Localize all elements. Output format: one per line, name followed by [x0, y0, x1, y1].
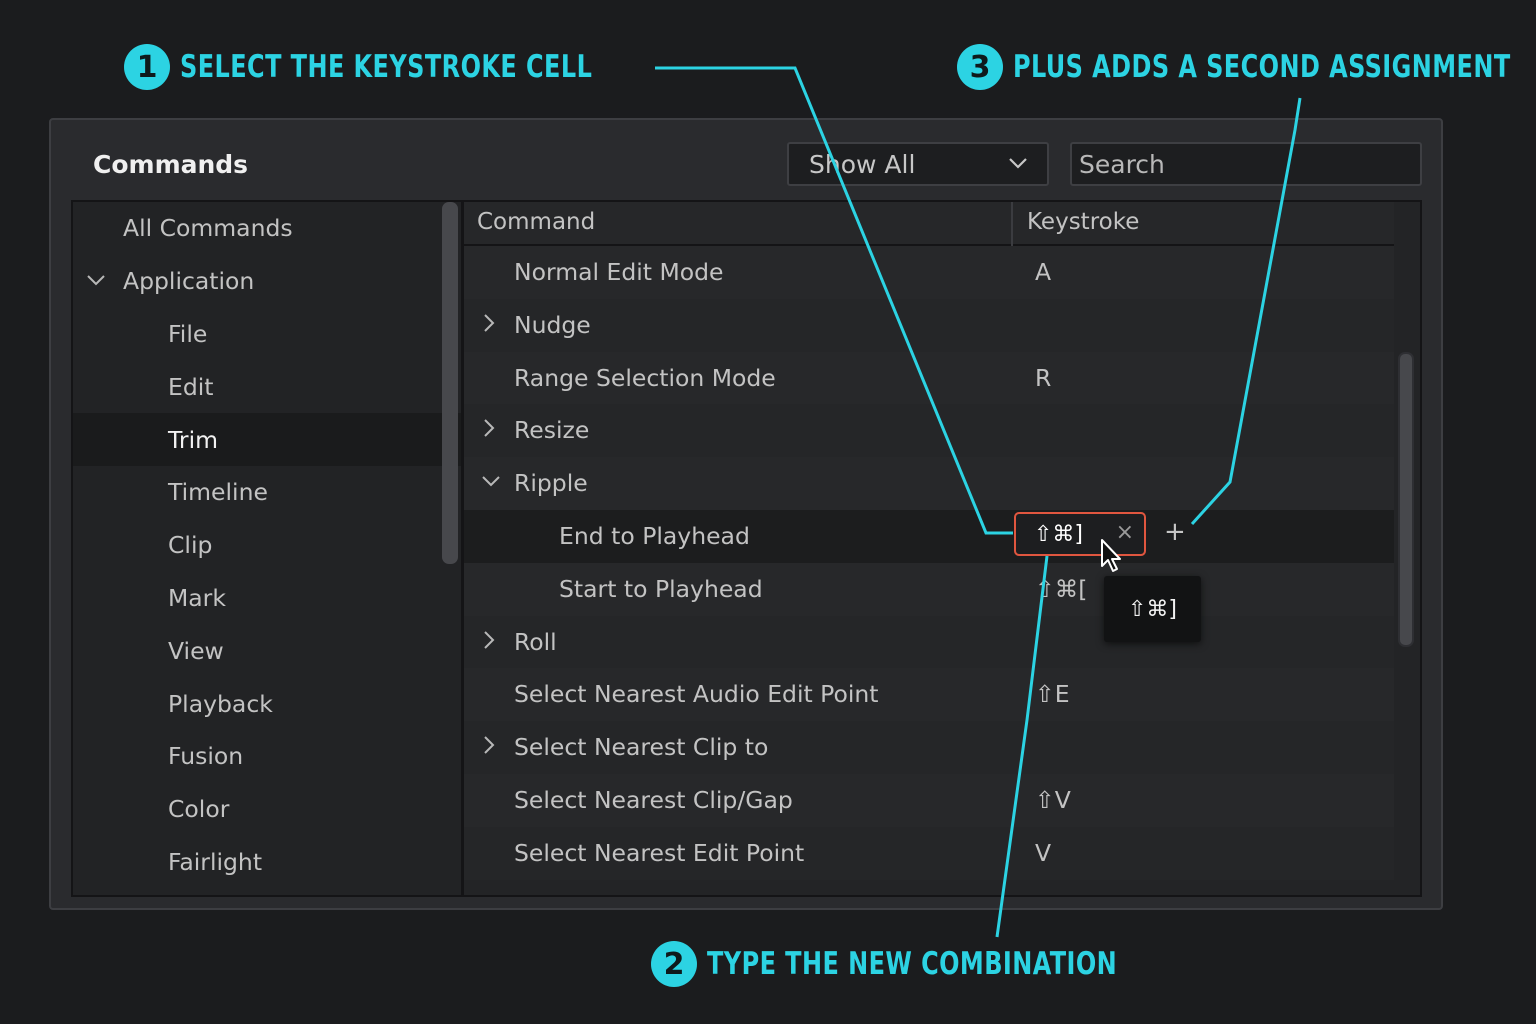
command-name: Ripple: [514, 469, 588, 498]
chevron-down-icon: [1007, 152, 1029, 180]
filter-dropdown-value: Show All: [809, 149, 916, 179]
keystroke-edit-value: ⇧⌘]: [1034, 521, 1084, 547]
sidebar-item-label: Fairlight: [168, 847, 263, 876]
sidebar-scrollbar[interactable]: [442, 202, 458, 564]
sidebar-item-timeline[interactable]: Timeline: [73, 466, 463, 519]
callout-number-1: 1: [124, 44, 170, 90]
sidebar-item-label: Color: [168, 795, 230, 824]
chevron-down-icon[interactable]: [480, 470, 502, 497]
keystroke-cell[interactable]: A: [1035, 258, 1051, 286]
commands-panel: Commands Show All All Commands Applicati…: [49, 118, 1443, 910]
column-divider[interactable]: [1011, 202, 1013, 246]
chevron-down-icon[interactable]: [85, 269, 107, 296]
callout-text-2: TYPE THE NEW COMBINATION: [707, 946, 1118, 982]
command-name: Roll: [514, 627, 557, 656]
table-row[interactable]: Select Nearest Edit Point V: [464, 826, 1394, 880]
command-name: Select Nearest Audio Edit Point: [514, 680, 879, 709]
table-header: Command Keystroke: [464, 202, 1394, 246]
callout-step-2: 2 TYPE THE NEW COMBINATION: [651, 941, 1184, 987]
sidebar-item-label: All Commands: [123, 214, 293, 243]
sidebar-item-application[interactable]: Application: [73, 255, 463, 308]
sidebar-item-clip[interactable]: Clip: [73, 519, 463, 572]
command-name: Select Nearest Clip/Gap: [514, 785, 793, 814]
table-scrollbar[interactable]: [1398, 352, 1414, 647]
sidebar-item-mark[interactable]: Mark: [73, 572, 463, 625]
table-row[interactable]: Resize: [464, 404, 1394, 458]
command-table: Command Keystroke Normal Edit Mode A Nud…: [464, 200, 1422, 897]
callout-number-3: 3: [957, 44, 1003, 90]
callout-text-3: PLUS ADDS A SECOND ASSIGNMENT: [1013, 49, 1511, 85]
sidebar-item-file[interactable]: File: [73, 308, 463, 361]
table-body: Normal Edit Mode A Nudge Range Selection…: [464, 246, 1420, 880]
category-sidebar: All Commands Application File Edit Trim …: [71, 200, 463, 897]
sidebar-item-trim[interactable]: Trim: [73, 413, 463, 466]
sidebar-item-label: Playback: [168, 689, 273, 718]
panel-title: Commands: [93, 150, 249, 179]
command-name: Select Nearest Clip to: [514, 733, 769, 762]
sidebar-item-label: Edit: [168, 372, 214, 401]
table-row[interactable]: Start to Playhead ⇧⌘[: [464, 562, 1394, 616]
chevron-right-icon[interactable]: [480, 417, 498, 444]
sidebar-item-view[interactable]: View: [73, 624, 463, 677]
sidebar-item-color[interactable]: Color: [73, 783, 463, 836]
keystroke-cell[interactable]: ⇧⌘[: [1035, 575, 1087, 603]
keystroke-cell[interactable]: ⇧V: [1035, 786, 1071, 814]
column-header-keystroke[interactable]: Keystroke: [1027, 209, 1139, 235]
keystroke-cell[interactable]: ⇧E: [1035, 680, 1070, 708]
table-row-selected[interactable]: End to Playhead: [464, 509, 1394, 563]
sidebar-item-label: Timeline: [168, 478, 268, 507]
sidebar-item-label: Fusion: [168, 742, 244, 771]
table-row[interactable]: Range Selection Mode R: [464, 351, 1394, 405]
callout-step-3: 3 PLUS ADDS A SECOND ASSIGNMENT: [957, 44, 1536, 90]
command-name: Nudge: [514, 310, 591, 339]
search-input[interactable]: [1070, 142, 1422, 186]
command-name: Select Nearest Edit Point: [514, 838, 805, 867]
command-name: Resize: [514, 416, 590, 445]
chevron-right-icon[interactable]: [480, 629, 498, 656]
table-row[interactable]: Select Nearest Audio Edit Point ⇧E: [464, 668, 1394, 722]
sidebar-item-playback[interactable]: Playback: [73, 677, 463, 730]
sidebar-item-label: Clip: [168, 531, 213, 560]
command-name: End to Playhead: [559, 521, 750, 550]
chevron-right-icon[interactable]: [480, 734, 498, 761]
sidebar-item-label: Mark: [168, 583, 226, 612]
sidebar-item-fairlight[interactable]: Fairlight: [73, 836, 463, 889]
column-header-command[interactable]: Command: [477, 209, 595, 235]
keystroke-edit-field[interactable]: ⇧⌘] ×: [1014, 512, 1146, 556]
sidebar-item-all-commands[interactable]: All Commands: [73, 202, 463, 255]
sidebar-item-edit[interactable]: Edit: [73, 360, 463, 413]
command-name: Start to Playhead: [559, 574, 763, 603]
command-name: Normal Edit Mode: [514, 258, 724, 286]
callout-step-1: 1 SELECT THE KEYSTROKE CELL: [124, 44, 659, 90]
table-row[interactable]: Select Nearest Clip to: [464, 721, 1394, 774]
callout-number-2: 2: [651, 941, 697, 987]
keystroke-tooltip: ⇧⌘]: [1104, 576, 1201, 642]
sidebar-item-label: File: [168, 319, 208, 348]
table-row[interactable]: Nudge: [464, 298, 1394, 352]
filter-dropdown[interactable]: Show All: [787, 142, 1049, 186]
table-row[interactable]: Select Nearest Clip/Gap ⇧V: [464, 773, 1394, 827]
mouse-cursor-icon: [1101, 539, 1121, 572]
table-row[interactable]: Ripple: [464, 457, 1394, 510]
table-row[interactable]: Normal Edit Mode A: [464, 246, 1394, 299]
sidebar-item-label: Application: [123, 267, 255, 296]
add-keystroke-button[interactable]: +: [1164, 517, 1186, 547]
sidebar-item-label: Trim: [168, 425, 218, 454]
sidebar-item-label: View: [168, 636, 224, 665]
command-name: Range Selection Mode: [514, 363, 776, 392]
keystroke-cell[interactable]: R: [1035, 364, 1051, 392]
table-row[interactable]: Roll: [464, 615, 1394, 669]
keystroke-cell[interactable]: V: [1035, 839, 1051, 867]
sidebar-item-fusion[interactable]: Fusion: [73, 730, 463, 783]
callout-text-1: SELECT THE KEYSTROKE CELL: [180, 49, 593, 85]
chevron-right-icon[interactable]: [480, 312, 498, 339]
